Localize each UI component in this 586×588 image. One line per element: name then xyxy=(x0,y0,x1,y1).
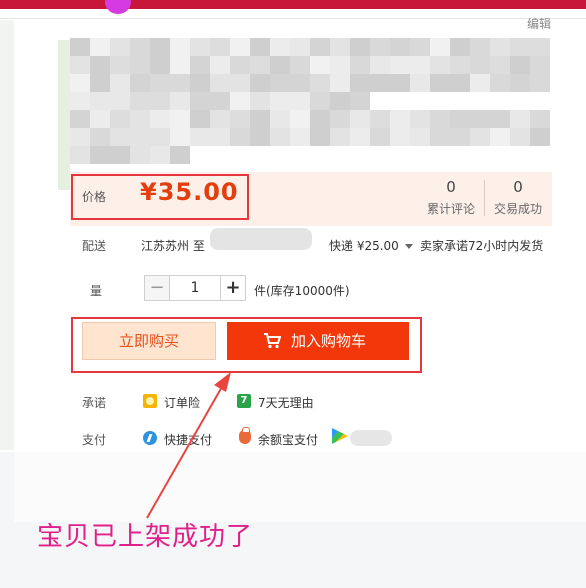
chevron-down-icon xyxy=(404,244,413,249)
buy-now-button[interactable]: 立即购买 xyxy=(82,322,216,360)
edit-link[interactable]: 编辑 xyxy=(527,15,551,32)
guarantee-label: 承诺 xyxy=(82,396,107,410)
quick-pay-icon xyxy=(143,431,157,445)
sales-count-stat[interactable]: 0 交易成功 xyxy=(485,178,551,217)
seven-day-return-icon: 7 xyxy=(237,394,251,408)
stock-info: 件(库存10000件) xyxy=(254,284,350,298)
shipping-fee-select[interactable]: 快递 ¥25.00 xyxy=(329,237,413,254)
quantity-minus-button[interactable]: − xyxy=(144,275,170,301)
review-count: 0 xyxy=(446,178,456,196)
quantity-plus-button[interactable]: + xyxy=(220,275,246,301)
delivery-label: 配送 xyxy=(82,239,107,253)
price-label: 价格 xyxy=(82,190,107,204)
yuebao-icon xyxy=(239,427,251,444)
review-count-label: 累计评论 xyxy=(426,202,475,216)
quantity-label: 量 xyxy=(90,284,103,298)
payment-app-icon xyxy=(332,428,348,444)
top-divider xyxy=(0,18,586,19)
top-banner-bar xyxy=(0,0,586,9)
blurred-product-title xyxy=(70,38,552,168)
yuebao-pay[interactable]: 余额宝支付 xyxy=(258,431,318,448)
blurred-destination[interactable] xyxy=(210,228,312,250)
add-to-cart-label: 加入购物车 xyxy=(291,332,367,350)
price-value: ¥35.00 xyxy=(140,178,239,206)
seven-day-return[interactable]: 7天无理由 xyxy=(258,394,314,411)
shipping-fee: 快递 ¥25.00 xyxy=(329,239,399,253)
page-bottom-panel xyxy=(14,452,586,522)
left-gutter xyxy=(0,20,14,450)
cart-icon xyxy=(264,333,281,349)
arrow-head xyxy=(214,372,231,392)
top-decoration-blob xyxy=(105,0,131,14)
annotation-caption: 宝贝已上架成功了 xyxy=(37,522,254,552)
quick-pay[interactable]: 快捷支付 xyxy=(164,431,212,448)
blurred-payment-option xyxy=(350,430,392,446)
side-decoration xyxy=(58,40,70,190)
add-to-cart-button[interactable]: 加入购物车 xyxy=(227,322,409,360)
review-count-stat[interactable]: 0 累计评论 xyxy=(418,178,484,217)
order-insurance-icon xyxy=(143,394,157,408)
delivery-origin: 江苏苏州 至 xyxy=(141,239,205,253)
order-insurance[interactable]: 订单险 xyxy=(164,394,200,411)
payment-label: 支付 xyxy=(82,433,107,447)
sales-count: 0 xyxy=(513,178,523,196)
quantity-input[interactable] xyxy=(170,275,220,301)
sales-count-label: 交易成功 xyxy=(493,202,542,216)
shipping-promise: 卖家承诺72小时内发货 xyxy=(420,239,544,253)
